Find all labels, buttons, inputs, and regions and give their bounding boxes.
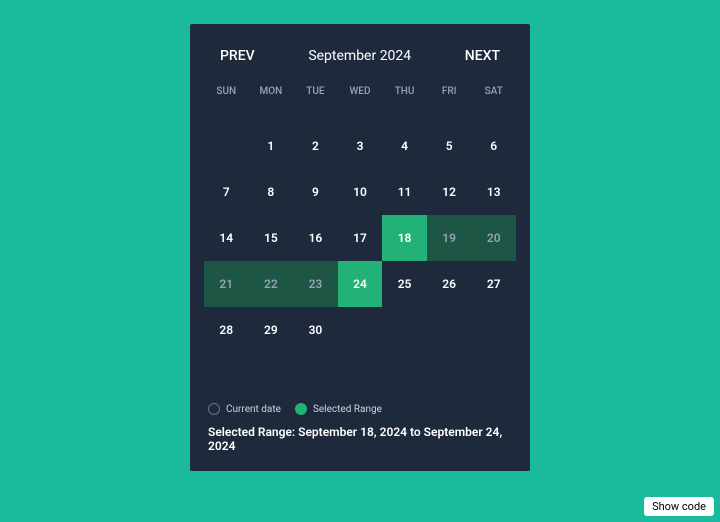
day-cell[interactable]: 8 (249, 169, 294, 215)
day-cell[interactable]: 20 (471, 215, 516, 261)
day-cell[interactable]: 14 (204, 215, 249, 261)
day-cell[interactable]: 15 (249, 215, 294, 261)
day-cell[interactable]: 24 (338, 261, 383, 307)
weekday-label: MON (249, 82, 294, 101)
day-cell[interactable]: 28 (204, 307, 249, 353)
circle-outline-icon (208, 403, 220, 415)
calendar-header: PREV September 2024 NEXT (204, 44, 516, 82)
day-cell[interactable]: 25 (382, 261, 427, 307)
legend-current: Current date (208, 403, 281, 415)
day-empty (204, 123, 249, 169)
prev-button[interactable]: PREV (220, 48, 255, 64)
legend-selected-label: Selected Range (313, 404, 382, 415)
day-cell[interactable]: 29 (249, 307, 294, 353)
day-cell[interactable]: 16 (293, 215, 338, 261)
day-cell[interactable]: 21 (204, 261, 249, 307)
legend-current-label: Current date (226, 404, 281, 415)
day-cell[interactable]: 13 (471, 169, 516, 215)
day-cell[interactable]: 7 (204, 169, 249, 215)
day-cell[interactable]: 26 (427, 261, 472, 307)
calendar-widget: PREV September 2024 NEXT SUN MON TUE WED… (190, 24, 530, 471)
day-cell[interactable]: 2 (293, 123, 338, 169)
day-cell[interactable]: 30 (293, 307, 338, 353)
circle-filled-icon (295, 403, 307, 415)
weekday-label: THU (382, 82, 427, 101)
day-cell[interactable]: 17 (338, 215, 383, 261)
day-cell[interactable]: 5 (427, 123, 472, 169)
day-cell[interactable]: 22 (249, 261, 294, 307)
day-cell[interactable]: 1 (249, 123, 294, 169)
weekday-label: WED (338, 82, 383, 101)
next-button[interactable]: NEXT (465, 48, 500, 64)
weekday-label: SAT (471, 82, 516, 101)
day-cell[interactable]: 3 (338, 123, 383, 169)
month-title: September 2024 (308, 48, 411, 64)
show-code-button[interactable]: Show code (644, 497, 714, 516)
day-cell[interactable]: 27 (471, 261, 516, 307)
weekday-label: FRI (427, 82, 472, 101)
selected-range-text: Selected Range: September 18, 2024 to Se… (204, 425, 516, 453)
weekday-label: SUN (204, 82, 249, 101)
day-cell[interactable]: 18 (382, 215, 427, 261)
day-cell[interactable]: 12 (427, 169, 472, 215)
day-cell[interactable]: 9 (293, 169, 338, 215)
day-cell[interactable]: 19 (427, 215, 472, 261)
day-cell[interactable]: 11 (382, 169, 427, 215)
legend-selected: Selected Range (295, 403, 382, 415)
day-cell[interactable]: 23 (293, 261, 338, 307)
weekday-row: SUN MON TUE WED THU FRI SAT (204, 82, 516, 101)
weekday-label: TUE (293, 82, 338, 101)
day-cell[interactable]: 4 (382, 123, 427, 169)
day-cell[interactable]: 6 (471, 123, 516, 169)
days-grid: 1234567891011121314151617181920212223242… (204, 123, 516, 353)
day-cell[interactable]: 10 (338, 169, 383, 215)
legend: Current date Selected Range (204, 403, 516, 415)
